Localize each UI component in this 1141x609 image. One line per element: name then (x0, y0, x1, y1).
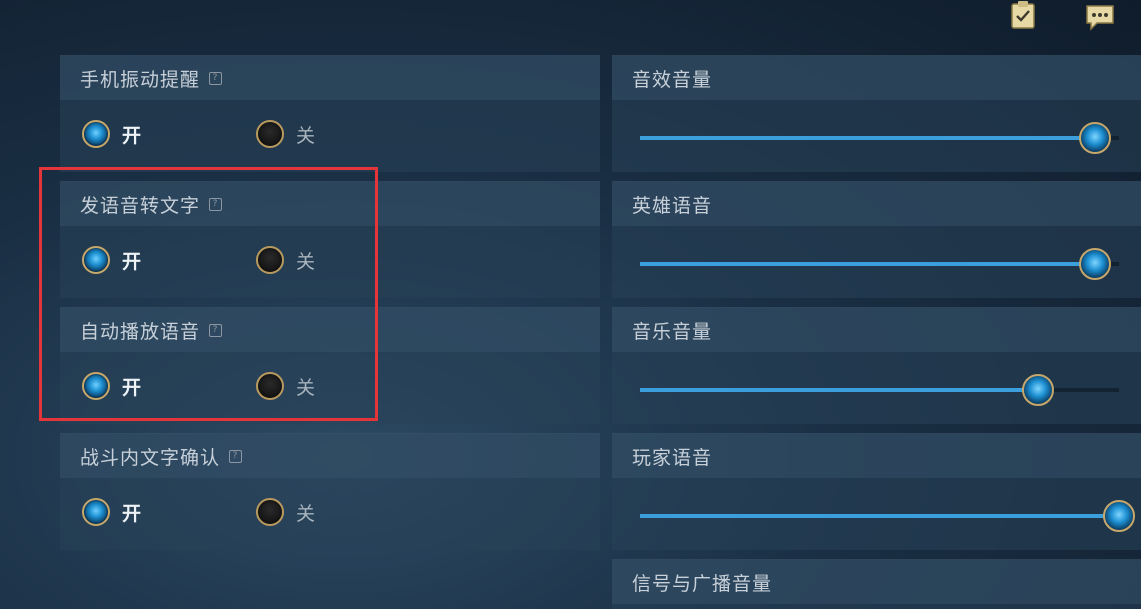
volume-header: 音效音量 (612, 56, 1141, 100)
radio-off[interactable]: 关 (256, 120, 315, 148)
toggle-header: 手机振动提醒 ? (60, 56, 600, 100)
help-icon[interactable]: ? (209, 71, 223, 85)
volume-panel-music: 音乐音量 (612, 307, 1141, 424)
volume-header: 英雄语音 (612, 182, 1141, 226)
slider-knob[interactable] (1103, 500, 1135, 532)
toggle-panel-autoplay-voice: 自动播放语音 ? 开 关 (60, 307, 600, 424)
slider-fill (640, 388, 1038, 392)
slider-knob[interactable] (1021, 374, 1054, 406)
radio-off-label: 关 (296, 376, 316, 399)
volume-header: 信号与广播音量 (612, 560, 1141, 604)
toggle-header: 战斗内文字确认 ? (60, 434, 600, 478)
radio-unselected-icon (256, 246, 284, 274)
volume-slider[interactable] (640, 248, 1119, 280)
volume-label: 音乐音量 (632, 320, 713, 343)
slider-knob[interactable] (1079, 248, 1112, 280)
slider-fill (640, 262, 1096, 266)
toggle-panel-battle-text-confirm: 战斗内文字确认 ? 开 关 (60, 433, 600, 550)
chat-icon[interactable] (1085, 2, 1115, 32)
slider-fill (640, 136, 1096, 140)
volume-label: 英雄语音 (632, 194, 713, 217)
toggle-label: 手机振动提醒 (80, 68, 201, 91)
radio-on[interactable]: 开 (82, 498, 141, 526)
volume-panel-player-voice: 玩家语音 (612, 433, 1141, 550)
toggle-label: 战斗内文字确认 (80, 446, 221, 469)
radio-on-label: 开 (122, 502, 142, 525)
radio-off-label: 关 (296, 124, 316, 147)
radio-selected-icon (82, 120, 110, 148)
radio-off[interactable]: 关 (256, 498, 315, 526)
help-icon[interactable]: ? (209, 323, 223, 337)
radio-off[interactable]: 关 (256, 246, 315, 274)
volume-slider[interactable] (640, 122, 1119, 154)
slider-knob[interactable] (1079, 122, 1112, 154)
volume-label: 玩家语音 (632, 446, 713, 469)
help-icon[interactable]: ? (229, 449, 243, 463)
radio-unselected-icon (256, 120, 284, 148)
radio-selected-icon (82, 372, 110, 400)
volume-panel-hero-voice: 英雄语音 (612, 181, 1141, 298)
volume-panel-broadcast: 信号与广播音量 (612, 559, 1141, 609)
radio-unselected-icon (256, 372, 284, 400)
radio-off[interactable]: 关 (256, 372, 315, 400)
radio-off-label: 关 (296, 250, 316, 273)
toggle-header: 发语音转文字 ? (60, 182, 600, 226)
radio-on[interactable]: 开 (82, 246, 141, 274)
radio-on-label: 开 (122, 250, 142, 273)
checklist-icon[interactable] (1008, 0, 1038, 30)
radio-off-label: 关 (296, 502, 316, 525)
radio-on-label: 开 (122, 376, 142, 399)
volume-label: 信号与广播音量 (632, 572, 773, 595)
radio-on[interactable]: 开 (82, 372, 141, 400)
volume-panel-sfx: 音效音量 (612, 55, 1141, 172)
radio-selected-icon (82, 246, 110, 274)
volume-header: 玩家语音 (612, 434, 1141, 478)
toggle-panel-voice-to-text: 发语音转文字 ? 开 关 (60, 181, 600, 298)
radio-selected-icon (82, 498, 110, 526)
toggle-label: 自动播放语音 (80, 320, 201, 343)
radio-on[interactable]: 开 (82, 120, 141, 148)
radio-unselected-icon (256, 498, 284, 526)
volume-label: 音效音量 (632, 68, 713, 91)
volume-header: 音乐音量 (612, 308, 1141, 352)
toggle-panel-vibration: 手机振动提醒 ? 开 关 (60, 55, 600, 172)
toggle-label: 发语音转文字 (80, 194, 201, 217)
toggle-header: 自动播放语音 ? (60, 308, 600, 352)
help-icon[interactable]: ? (209, 197, 223, 211)
volume-slider[interactable] (640, 500, 1135, 532)
volume-slider[interactable] (640, 374, 1119, 406)
radio-on-label: 开 (122, 124, 142, 147)
slider-fill (640, 514, 1119, 518)
